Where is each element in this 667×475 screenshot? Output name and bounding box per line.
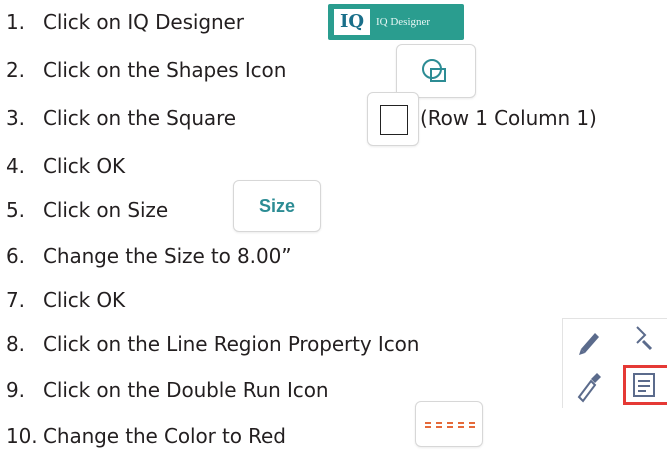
step-text: Click on Size xyxy=(43,198,169,222)
size-button[interactable]: Size xyxy=(233,180,321,232)
step-9: 9. Click on the Double Run Icon xyxy=(0,372,329,408)
step-number: 3. xyxy=(6,106,25,130)
square-shape-button[interactable] xyxy=(367,92,419,146)
line-region-property-icon[interactable] xyxy=(623,365,667,405)
step-text: Click on the Shapes Icon xyxy=(43,58,287,82)
step-6: 6. Change the Size to 8.00” xyxy=(0,238,292,274)
step-text: Change the Color to Red xyxy=(43,424,286,448)
step-text: Click on the Line Region Property Icon xyxy=(43,332,420,356)
pen-icon xyxy=(579,333,599,355)
step-note: (Row 1 Column 1) xyxy=(420,106,597,130)
eyedropper-icon xyxy=(577,373,601,403)
step-text: Change the Size to 8.00” xyxy=(43,244,292,268)
line-region-property-panel xyxy=(562,318,667,408)
step-text: Click on the Square xyxy=(43,106,236,130)
double-run-icon xyxy=(425,422,475,424)
double-run-button[interactable] xyxy=(415,401,483,447)
step-number: 7. xyxy=(6,288,25,312)
step-number: 9. xyxy=(6,378,25,402)
step-text: Click OK xyxy=(43,288,126,312)
step-7: 7. Click OK xyxy=(0,282,125,318)
step-number: 10. xyxy=(6,424,38,448)
iq-designer-button[interactable]: IQ IQ Designer xyxy=(328,4,464,40)
step-number: 2. xyxy=(6,58,25,82)
double-run-icon-line-2 xyxy=(425,426,475,428)
iq-designer-label: IQ Designer xyxy=(376,16,431,28)
stitch-pen-icon xyxy=(636,326,653,351)
step-number: 1. xyxy=(6,10,25,34)
step-number: 8. xyxy=(6,332,25,356)
step-8: 8. Click on the Line Region Property Icon xyxy=(0,326,419,362)
step-5: 5. Click on Size xyxy=(0,192,168,228)
step-2: 2. Click on the Shapes Icon xyxy=(0,52,286,88)
step-1: 1. Click on IQ Designer xyxy=(0,4,244,40)
step-text: Click on IQ Designer xyxy=(43,10,244,34)
square-shape-icon xyxy=(380,105,408,135)
step-text: Click on the Double Run Icon xyxy=(43,378,329,402)
region-property-glyph-icon xyxy=(633,373,655,397)
size-label: Size xyxy=(258,195,296,216)
step-4: 4. Click OK xyxy=(0,148,125,184)
shapes-button[interactable] xyxy=(396,44,476,98)
shapes-icon xyxy=(422,59,446,82)
step-10: 10. Change the Color to Red xyxy=(0,418,286,454)
step-text: Click OK xyxy=(43,154,126,178)
step-3: 3. Click on the Square (Row 1 Column 1) xyxy=(0,100,597,136)
step-number: 6. xyxy=(6,244,25,268)
step-number: 5. xyxy=(6,198,25,222)
step-number: 4. xyxy=(6,154,25,178)
iq-designer-logo-icon: IQ xyxy=(334,9,370,35)
